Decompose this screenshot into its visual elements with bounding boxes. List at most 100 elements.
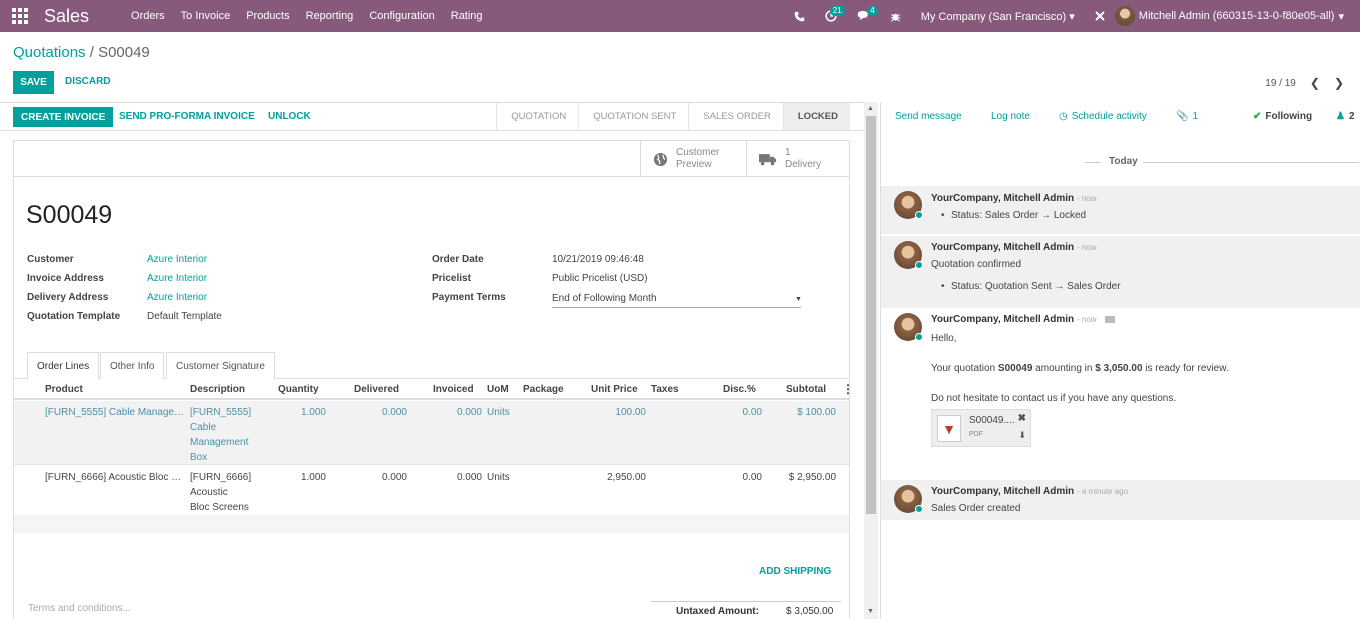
tab-other-info[interactable]: Other Info (100, 352, 165, 379)
author-avatar[interactable] (894, 241, 923, 269)
user-menu[interactable]: Mitchell Admin (660315-13-0-f80e05-all) … (1114, 6, 1360, 26)
smart-button-box: Customer Preview 1 Delivery (14, 141, 849, 177)
attachment-name[interactable]: S00049.... (969, 415, 1015, 426)
author-avatar[interactable] (894, 191, 923, 219)
add-shipping-button[interactable]: ADD SHIPPING (759, 566, 831, 577)
col-package[interactable]: Package (523, 384, 564, 395)
col-product[interactable]: Product (45, 384, 83, 395)
chevron-left-icon[interactable]: ❮ (1310, 76, 1320, 90)
scroll-thumb[interactable] (866, 116, 876, 514)
menu-configuration[interactable]: Configuration (369, 10, 434, 22)
row-uom[interactable]: Units (487, 405, 510, 420)
pager-value[interactable]: 19 / 19 (1265, 78, 1296, 89)
row-unit-price[interactable]: 100.00 (586, 405, 646, 420)
download-icon[interactable]: ⬇ (1018, 430, 1026, 441)
schedule-activity-button[interactable]: ◷ Schedule activity (1059, 111, 1147, 122)
chevron-right-icon[interactable]: ❯ (1334, 76, 1344, 90)
row-delivered[interactable]: 0.000 (357, 470, 407, 485)
phone-icon[interactable] (784, 0, 815, 32)
col-invoiced[interactable]: Invoiced (433, 384, 474, 395)
discard-button[interactable]: DISCARD (65, 76, 111, 87)
col-description[interactable]: Description (190, 384, 245, 395)
caret-down-icon: ▾ (1338, 10, 1344, 23)
scroll-down-icon[interactable]: ▼ (867, 608, 874, 615)
remove-attachment-icon[interactable]: ✖ (1018, 413, 1026, 424)
terms-conditions-input[interactable]: Terms and conditions... (28, 603, 131, 614)
app-brand[interactable]: Sales (44, 6, 89, 27)
form-scrollbar[interactable]: ▲ ▼ (864, 102, 878, 619)
message-closing: Do not hesitate to contact us if you hav… (931, 393, 1177, 404)
menu-to-invoice[interactable]: To Invoice (181, 10, 231, 22)
tab-customer-signature[interactable]: Customer Signature (166, 352, 275, 379)
row-delivered[interactable]: 0.000 (357, 405, 407, 420)
delivery-button[interactable]: 1 Delivery (746, 141, 849, 177)
row-discount[interactable]: 0.00 (712, 405, 762, 420)
payment-terms-label: Payment Terms (432, 292, 506, 303)
close-x-icon[interactable] (1085, 0, 1115, 32)
message-author[interactable]: YourCompany, Mitchell Admin - now (931, 193, 1097, 204)
col-subtotal[interactable]: Subtotal (786, 384, 826, 395)
author-avatar[interactable] (894, 313, 923, 341)
col-discount[interactable]: Disc.% (723, 384, 756, 395)
row-subtotal: $ 100.00 (797, 407, 836, 418)
row-description[interactable]: [FURN_6666] Acoustic Bloc Screens (190, 470, 251, 515)
row-product[interactable]: [FURN_5555] Cable Manage… (45, 405, 184, 420)
col-uom[interactable]: UoM (487, 384, 509, 395)
following-button[interactable]: ✔ Following (1253, 111, 1312, 122)
debug-bug-icon[interactable] (880, 0, 911, 32)
delivery-address-field[interactable]: Azure Interior (147, 292, 207, 303)
tab-order-lines[interactable]: Order Lines (27, 352, 100, 380)
menu-rating[interactable]: Rating (451, 10, 483, 22)
stage-locked[interactable]: LOCKED (782, 103, 850, 130)
create-invoice-button[interactable]: CREATE INVOICE (13, 107, 114, 127)
attachments-count: 1 (1192, 111, 1199, 122)
row-quantity[interactable]: 1.000 (276, 470, 326, 485)
activity-clock-icon[interactable]: 21 (815, 0, 847, 32)
message-author[interactable]: YourCompany, Mitchell Admin - now (931, 314, 1116, 325)
payment-terms-select[interactable]: End of Following Month (552, 293, 657, 304)
row-unit-price[interactable]: 2,950.00 (586, 470, 646, 485)
check-icon: ✔ (1253, 111, 1262, 122)
customer-field[interactable]: Azure Interior (147, 254, 207, 265)
row-description[interactable]: [FURN_5555] Cable Management Box (190, 405, 251, 465)
followers-button[interactable]: ♟ 2 (1336, 111, 1355, 122)
table-row[interactable]: [FURN_5555] Cable Manage… [FURN_5555] Ca… (14, 401, 849, 465)
row-discount[interactable]: 0.00 (712, 470, 762, 485)
company-switcher[interactable]: My Company (San Francisco) ▾ (911, 10, 1085, 23)
attachment-card[interactable]: ▼ S00049.... PDF ✖ ⬇ (931, 409, 1031, 447)
scroll-up-icon[interactable]: ▲ (867, 105, 874, 112)
column-options-icon[interactable]: ⋮ (842, 382, 854, 396)
stage-sales-order[interactable]: SALES ORDER (688, 103, 783, 130)
col-quantity[interactable]: Quantity (278, 384, 319, 395)
row-product[interactable]: [FURN_6666] Acoustic Bloc … (45, 470, 181, 485)
row-quantity[interactable]: 1.000 (276, 405, 326, 420)
row-uom[interactable]: Units (487, 470, 510, 485)
menu-orders[interactable]: Orders (131, 10, 165, 22)
following-label: Following (1265, 111, 1313, 122)
stage-quotation[interactable]: QUOTATION (496, 103, 578, 130)
table-row[interactable]: [FURN_6666] Acoustic Bloc … [FURN_6666] … (14, 466, 849, 514)
caret-down-icon[interactable]: ▼ (795, 296, 802, 303)
menu-products[interactable]: Products (246, 10, 289, 22)
row-invoiced: 0.000 (456, 472, 482, 483)
log-note-button[interactable]: Log note (991, 111, 1030, 122)
menu-reporting[interactable]: Reporting (306, 10, 354, 22)
send-proforma-button[interactable]: SEND PRO-FORMA INVOICE (119, 111, 255, 122)
unlock-button[interactable]: UNLOCK (268, 111, 311, 122)
col-unit-price[interactable]: Unit Price (591, 384, 638, 395)
totals-divider (651, 601, 841, 602)
attachments-button[interactable]: 📎 1 (1176, 111, 1198, 122)
customer-preview-button[interactable]: Customer Preview (640, 141, 746, 177)
col-delivered[interactable]: Delivered (354, 384, 399, 395)
apps-menu-icon[interactable] (0, 0, 40, 32)
save-button[interactable]: SAVE (13, 71, 54, 94)
send-message-button[interactable]: Send message (895, 111, 962, 122)
message-author[interactable]: YourCompany, Mitchell Admin - a minute a… (931, 486, 1128, 497)
messages-icon[interactable]: 4 (847, 0, 880, 32)
stage-quotation-sent[interactable]: QUOTATION SENT (578, 103, 688, 130)
breadcrumb-quotations[interactable]: Quotations (13, 44, 86, 61)
col-taxes[interactable]: Taxes (651, 384, 679, 395)
author-avatar[interactable] (894, 485, 923, 513)
message-author[interactable]: YourCompany, Mitchell Admin - now (931, 242, 1097, 253)
invoice-address-field[interactable]: Azure Interior (147, 273, 207, 284)
